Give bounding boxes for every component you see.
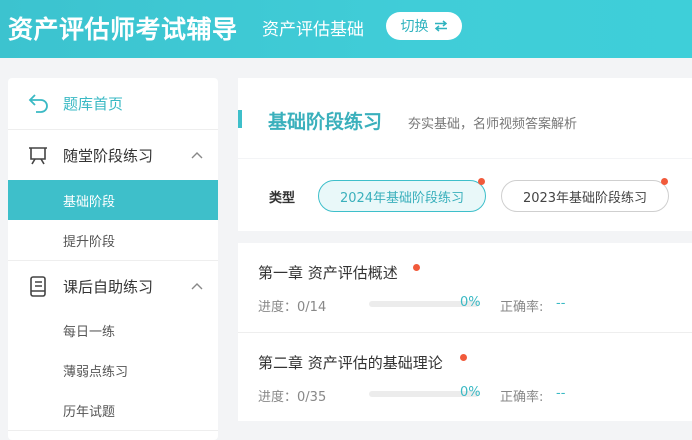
- sidebar-item-label: 基础阶段: [63, 195, 116, 210]
- sidebar-divider: [8, 430, 218, 431]
- sidebar-item-label: 每日一练: [63, 325, 116, 340]
- progress-percent: 0%: [460, 295, 481, 310]
- sidebar-item-daily-practice[interactable]: 每日一练: [8, 310, 218, 350]
- switch-label: 切换: [400, 19, 429, 35]
- chevron-up-icon: [191, 152, 203, 159]
- chapter-progress: 进度：0/14: [258, 300, 327, 315]
- page-description: 夯实基础，名师视频答案解析: [408, 117, 578, 132]
- filter-option-label: 2023年基础阶段练习: [522, 190, 648, 206]
- page-title: 基础阶段练习: [268, 111, 383, 133]
- accuracy-label: 正确率:: [500, 390, 544, 405]
- sidebar-item-weak-points[interactable]: 薄弱点练习: [8, 350, 218, 390]
- new-badge-dot: [661, 178, 668, 185]
- chevron-up-icon: [191, 283, 203, 290]
- back-arrow-icon: [28, 94, 48, 113]
- type-label: 类型: [269, 191, 296, 206]
- sidebar-item-advanced-stage[interactable]: 提升阶段: [8, 220, 218, 260]
- chapter-item[interactable]: 第二章 资产评估的基础理论 进度：0/35 0% 正确率: --: [238, 333, 692, 421]
- type-filter: 类型 2024年基础阶段练习 2023年基础阶段练习: [238, 159, 692, 231]
- chapter-item[interactable]: 第一章 资产评估概述 进度：0/14 0% 正确率: --: [238, 243, 692, 333]
- switch-subject-button[interactable]: 切换: [386, 12, 462, 40]
- chapter-title: 第二章 资产评估的基础理论: [258, 354, 443, 372]
- new-badge-dot: [413, 264, 420, 271]
- filter-option-2023[interactable]: 2023年基础阶段练习: [501, 180, 669, 212]
- chapter-list: 第一章 资产评估概述 进度：0/14 0% 正确率: -- 第二章 资产评估的基…: [238, 243, 692, 421]
- sidebar-item-label: 提升阶段: [63, 235, 116, 250]
- accuracy-value: --: [556, 386, 566, 401]
- top-header: 资产评估师考试辅导 资产评估基础 切换: [0, 0, 692, 58]
- new-badge-dot: [460, 354, 467, 361]
- chapter-progress: 进度：0/35: [258, 390, 327, 405]
- subject-name: 资产评估基础: [262, 20, 364, 40]
- easel-icon: [29, 147, 47, 165]
- sidebar-group-label: 随堂阶段练习: [63, 147, 154, 165]
- sidebar-item-past-exams[interactable]: 历年试题: [8, 390, 218, 430]
- chapter-title: 第一章 资产评估概述: [258, 264, 398, 282]
- accuracy-label: 正确率:: [500, 300, 544, 315]
- notebook-icon: [30, 276, 46, 297]
- swap-arrows-icon: [434, 20, 447, 32]
- sidebar-home-label: 题库首页: [63, 95, 124, 113]
- sidebar-group-label: 课后自助练习: [63, 278, 154, 296]
- page-header: 基础阶段练习 夯实基础，名师视频答案解析: [238, 78, 692, 158]
- app-title: 资产评估师考试辅导: [8, 15, 238, 44]
- sidebar-item-label: 薄弱点练习: [63, 365, 129, 380]
- accuracy-value: --: [556, 296, 566, 311]
- progress-percent: 0%: [460, 385, 481, 400]
- sidebar: 题库首页 随堂阶段练习 基础阶段 提升阶段 课后自助练习 每日一练 薄弱点练习 …: [8, 78, 218, 440]
- new-badge-dot: [478, 178, 485, 185]
- sidebar-group-self-practice[interactable]: 课后自助练习: [8, 261, 218, 313]
- sidebar-item-home[interactable]: 题库首页: [8, 78, 218, 130]
- title-accent-bar: [238, 110, 242, 128]
- sidebar-item-label: 历年试题: [63, 405, 116, 420]
- sidebar-group-class-practice[interactable]: 随堂阶段练习: [8, 130, 218, 182]
- filter-option-2024[interactable]: 2024年基础阶段练习: [318, 180, 486, 212]
- filter-option-label: 2024年基础阶段练习: [339, 190, 465, 206]
- sidebar-item-basic-stage[interactable]: 基础阶段: [8, 180, 218, 220]
